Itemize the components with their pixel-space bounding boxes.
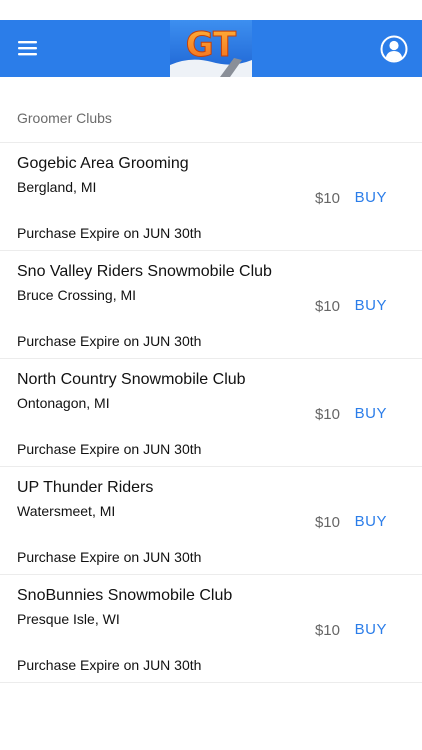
buy-button[interactable]: BUY — [355, 621, 387, 638]
purchase-expire-text: Purchase Expire on JUN 30th — [17, 549, 202, 565]
club-list-item: North Country Snowmobile Club Ontonagon,… — [0, 359, 422, 467]
buy-button[interactable]: BUY — [355, 513, 387, 530]
club-price: $10 — [314, 190, 340, 207]
club-list-item: UP Thunder Riders Watersmeet, MI $10 BUY… — [0, 467, 422, 575]
user-profile-icon — [380, 35, 408, 63]
gt-logo-icon: GT — [170, 20, 252, 77]
club-price: $10 — [314, 406, 340, 423]
buy-button[interactable]: BUY — [355, 297, 387, 314]
profile-button[interactable] — [380, 35, 408, 63]
nav-bar: GT — [0, 20, 422, 77]
app-screen: GT Groomer Clubs Gogebic Area Grooming B… — [0, 0, 422, 750]
club-location: Bruce Crossing, MI — [17, 287, 137, 303]
club-list-item: Gogebic Area Grooming Bergland, MI $10 B… — [0, 143, 422, 251]
status-bar — [0, 0, 422, 20]
app-logo: GT — [170, 20, 252, 77]
section-header: Groomer Clubs — [0, 77, 422, 143]
hamburger-menu-icon — [18, 41, 37, 56]
buy-button[interactable]: BUY — [355, 405, 387, 422]
club-location: Ontonagon, MI — [17, 395, 110, 411]
section-title: Groomer Clubs — [17, 110, 112, 126]
club-list-item: SnoBunnies Snowmobile Club Presque Isle,… — [0, 575, 422, 683]
club-list-item: Sno Valley Riders Snowmobile Club Bruce … — [0, 251, 422, 359]
svg-text:GT: GT — [186, 25, 237, 65]
purchase-expire-text: Purchase Expire on JUN 30th — [17, 225, 202, 241]
buy-button[interactable]: BUY — [355, 189, 387, 206]
club-list: Gogebic Area Grooming Bergland, MI $10 B… — [0, 143, 422, 683]
club-price: $10 — [314, 622, 340, 639]
club-name: Gogebic Area Grooming — [17, 155, 189, 172]
purchase-expire-text: Purchase Expire on JUN 30th — [17, 441, 202, 457]
hamburger-menu-button[interactable] — [12, 32, 46, 64]
club-name: North Country Snowmobile Club — [17, 371, 246, 388]
club-price: $10 — [314, 514, 340, 531]
club-name: Sno Valley Riders Snowmobile Club — [17, 263, 272, 280]
purchase-expire-text: Purchase Expire on JUN 30th — [17, 657, 202, 673]
club-price: $10 — [314, 298, 340, 315]
club-name: SnoBunnies Snowmobile Club — [17, 587, 233, 604]
club-name: UP Thunder Riders — [17, 479, 154, 496]
club-location: Presque Isle, WI — [17, 611, 120, 627]
purchase-expire-text: Purchase Expire on JUN 30th — [17, 333, 202, 349]
club-location: Watersmeet, MI — [17, 503, 116, 519]
club-location: Bergland, MI — [17, 179, 97, 195]
